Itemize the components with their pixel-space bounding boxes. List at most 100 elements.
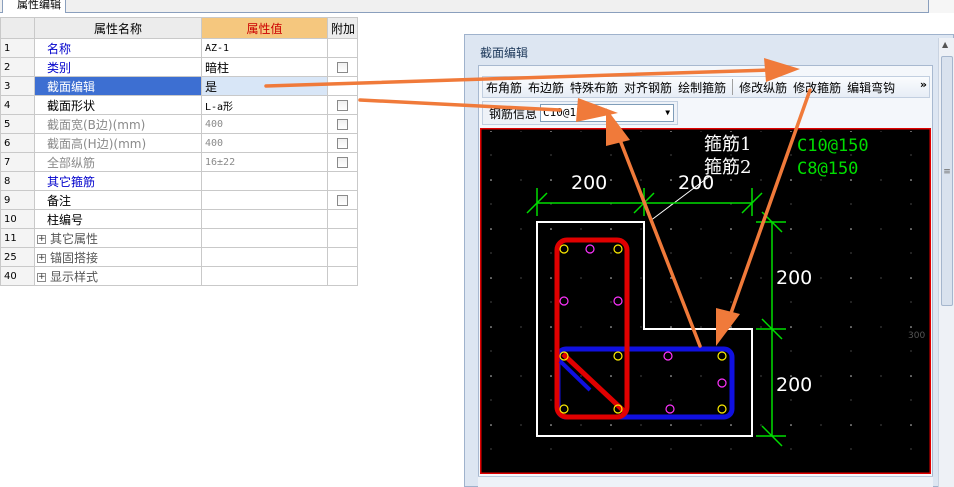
rebar-info-select[interactable]: C10@150 ▼ xyxy=(540,104,675,122)
row-index: 7 xyxy=(0,152,35,172)
property-name: 名称 xyxy=(34,38,202,58)
tab-strip-corner xyxy=(928,0,954,13)
header-extra[interactable]: 附加 xyxy=(327,17,358,39)
extra-cell xyxy=(327,57,358,77)
property-value[interactable] xyxy=(201,171,328,191)
property-value[interactable]: 是 xyxy=(201,76,328,96)
property-value xyxy=(201,228,328,248)
dialog-status-bar xyxy=(478,476,933,487)
table-row[interactable]: 9 备注 xyxy=(0,190,358,210)
attach-checkbox[interactable] xyxy=(337,138,348,149)
table-row-group[interactable]: 40 + 显示样式 xyxy=(0,266,358,286)
place-corner-rebar-button[interactable]: 布角筋 xyxy=(483,79,525,96)
extra-cell xyxy=(327,114,358,134)
property-name: 截面形状 xyxy=(34,95,202,115)
table-row[interactable]: 5 截面宽(B边)(mm) 400 xyxy=(0,114,358,134)
header-index xyxy=(0,17,35,39)
property-name: 其它箍筋 xyxy=(34,171,202,191)
table-row[interactable]: 8 其它箍筋 xyxy=(0,171,358,191)
header-name[interactable]: 属性名称 xyxy=(34,17,202,39)
property-value[interactable]: L-a形 xyxy=(201,95,328,115)
table-row-selected[interactable]: 3 截面编辑 是 xyxy=(0,76,358,96)
extra-cell xyxy=(327,171,358,191)
property-value[interactable]: 400 xyxy=(201,114,328,134)
property-name: 柱编号 xyxy=(34,209,202,229)
expand-icon[interactable]: + xyxy=(37,234,46,244)
expand-icon[interactable]: + xyxy=(37,253,46,263)
attach-checkbox[interactable] xyxy=(337,157,348,168)
table-row[interactable]: 1 名称 AZ-1 xyxy=(0,38,358,58)
property-name: 截面高(H边)(mm) xyxy=(34,133,202,153)
attach-checkbox[interactable] xyxy=(337,62,348,73)
property-value[interactable]: AZ-1 xyxy=(201,38,328,58)
extra-cell xyxy=(327,209,358,229)
extra-cell xyxy=(327,76,358,96)
grid-header-row: 属性名称 属性值 附加 xyxy=(0,17,358,39)
rebar-info-label: 钢筋信息 xyxy=(489,106,538,121)
tab-property-edit[interactable]: 属性编辑 xyxy=(2,0,66,13)
scroll-up-icon[interactable]: ▲ xyxy=(942,40,948,49)
table-row-group[interactable]: 11 + 其它属性 xyxy=(0,228,358,248)
table-row[interactable]: 2 类别 暗柱 xyxy=(0,57,358,77)
extra-cell xyxy=(327,152,358,172)
chevron-down-icon[interactable]: ▼ xyxy=(665,105,670,121)
group-label: 其它属性 xyxy=(50,231,99,246)
row-index: 3 xyxy=(0,76,35,96)
section-toolbar: 布角筋 布边筋 特殊布筋 对齐钢筋 绘制箍筋 修改纵筋 修改箍筋 编辑弯钩 » xyxy=(482,76,930,98)
row-index: 25 xyxy=(0,247,35,267)
special-rebar-button[interactable]: 特殊布筋 xyxy=(567,79,621,96)
place-edge-rebar-button[interactable]: 布边筋 xyxy=(525,79,567,96)
table-row[interactable]: 10 柱编号 xyxy=(0,209,358,229)
tab-strip: 属性编辑 xyxy=(0,0,954,13)
property-group[interactable]: + 显示样式 xyxy=(34,266,202,286)
extra-cell xyxy=(327,190,358,210)
row-index: 9 xyxy=(0,190,35,210)
property-name: 全部纵筋 xyxy=(34,152,202,172)
row-index: 5 xyxy=(0,114,35,134)
extra-cell xyxy=(327,247,358,267)
expand-icon[interactable]: + xyxy=(37,272,46,282)
align-rebar-button[interactable]: 对齐钢筋 xyxy=(621,79,675,96)
extra-cell xyxy=(327,266,358,286)
property-name: 类别 xyxy=(34,57,202,77)
modify-stirrup-button[interactable]: 修改箍筋 xyxy=(790,79,844,96)
attach-checkbox[interactable] xyxy=(337,119,348,130)
property-value[interactable]: 暗柱 xyxy=(201,57,328,77)
draw-stirrup-button[interactable]: 绘制箍筋 xyxy=(675,79,729,96)
legend-stirrup2-value: C8@150 xyxy=(797,159,858,179)
modify-longitudinal-button[interactable]: 修改纵筋 xyxy=(736,79,790,96)
property-value xyxy=(201,247,328,267)
toolbar-separator xyxy=(732,79,734,95)
dim-right-bottom: 200 xyxy=(776,374,812,396)
row-index: 11 xyxy=(0,228,35,248)
property-name: 备注 xyxy=(34,190,202,210)
property-value[interactable] xyxy=(201,190,328,210)
property-grid: 属性名称 属性值 附加 1 名称 AZ-1 2 类别 暗柱 3 截面编辑 是 4… xyxy=(0,17,358,286)
row-index: 2 xyxy=(0,57,35,77)
property-value[interactable]: 400 xyxy=(201,133,328,153)
edit-hook-button[interactable]: 编辑弯钩 xyxy=(844,79,898,96)
row-index: 40 xyxy=(0,266,35,286)
table-row-group[interactable]: 25 + 锚固搭接 xyxy=(0,247,358,267)
property-value[interactable] xyxy=(201,209,328,229)
dim-top-left: 200 xyxy=(571,172,607,194)
scrollbar-thumb[interactable]: ≡ xyxy=(941,56,953,306)
property-name: 截面编辑 xyxy=(34,76,202,96)
vertical-scrollbar[interactable]: ▲ ≡ xyxy=(938,38,954,487)
dim-top-right: 200 xyxy=(678,172,714,194)
row-index: 6 xyxy=(0,133,35,153)
header-value[interactable]: 属性值 xyxy=(201,17,328,39)
table-row[interactable]: 4 截面形状 L-a形 xyxy=(0,95,358,115)
extra-cell xyxy=(327,38,358,58)
property-name: 截面宽(B边)(mm) xyxy=(34,114,202,134)
attach-checkbox[interactable] xyxy=(337,100,348,111)
property-group[interactable]: + 其它属性 xyxy=(34,228,202,248)
table-row[interactable]: 6 截面高(H边)(mm) 400 xyxy=(0,133,358,153)
section-drawing-canvas[interactable]: 箍筋1 C10@150 箍筋2 C8@150 200 200 200 200 3… xyxy=(480,128,931,474)
table-row[interactable]: 7 全部纵筋 16±22 xyxy=(0,152,358,172)
attach-checkbox[interactable] xyxy=(337,195,348,206)
property-group[interactable]: + 锚固搭接 xyxy=(34,247,202,267)
row-index: 10 xyxy=(0,209,35,229)
toolbar-overflow-icon[interactable]: » xyxy=(920,78,927,91)
property-value[interactable]: 16±22 xyxy=(201,152,328,172)
